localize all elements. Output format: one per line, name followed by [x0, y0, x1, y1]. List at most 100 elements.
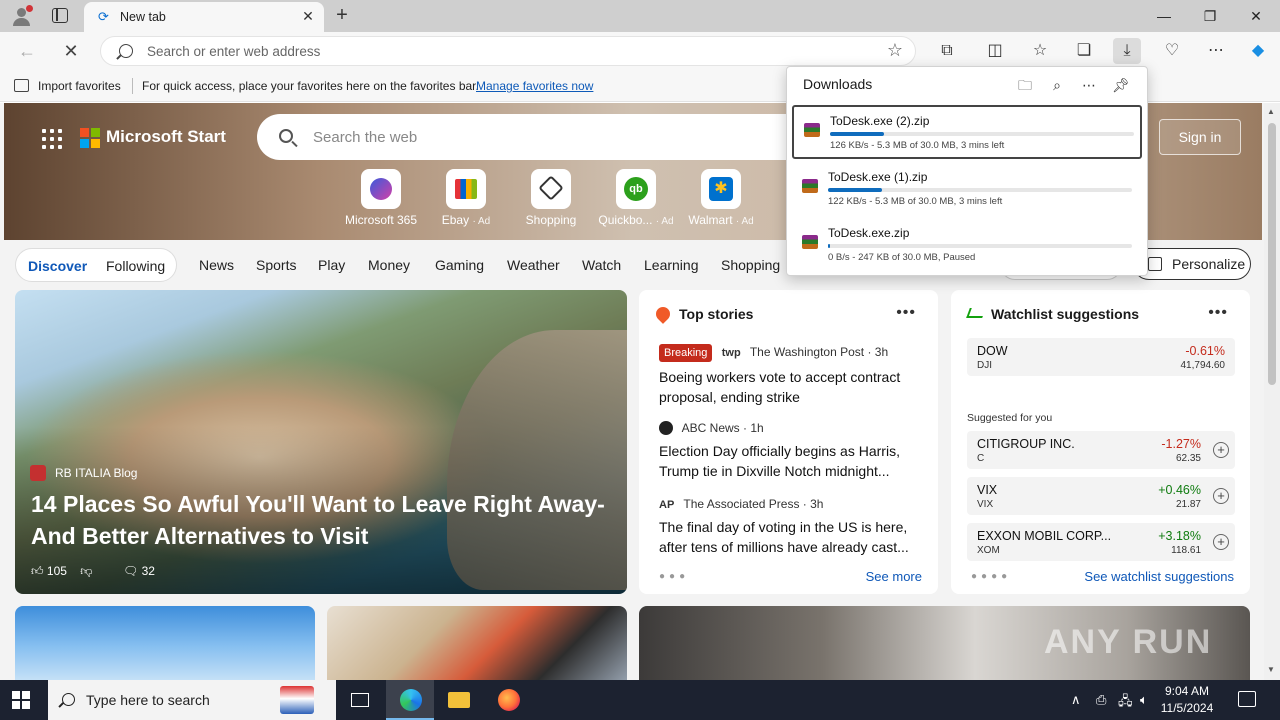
tab-new-tab[interactable]: ⟳ New tab ✕: [84, 2, 324, 32]
nav-gaming[interactable]: Gaming: [435, 257, 484, 273]
hero-article-card[interactable]: RB ITALIA Blog 14 Places So Awful You'll…: [15, 290, 627, 594]
usb-device-icon[interactable]: ⎙: [1096, 692, 1106, 708]
taskbar-search-input[interactable]: [86, 690, 286, 710]
story-item[interactable]: AP The Associated Press · 3h The final d…: [659, 495, 921, 557]
download-filename[interactable]: ToDesk.exe.zip: [828, 226, 909, 240]
story-title[interactable]: Election Day officially begins as Harris…: [659, 441, 921, 481]
close-tab-icon[interactable]: ✕: [300, 8, 316, 24]
nav-weather[interactable]: Weather: [507, 257, 560, 273]
nav-watch[interactable]: Watch: [582, 257, 621, 273]
address-bar[interactable]: ☆: [100, 36, 916, 66]
extensions-icon[interactable]: ⧉: [933, 38, 961, 64]
nav-sports[interactable]: Sports: [256, 257, 296, 273]
watchlist-row-citigroup[interactable]: CITIGROUP INC. C -1.27% 62.35 +: [967, 431, 1235, 469]
more-options-icon[interactable]: •••: [1208, 304, 1228, 322]
nav-news[interactable]: News: [199, 257, 234, 273]
split-screen-icon[interactable]: ◫: [981, 38, 1009, 64]
system-clock[interactable]: 9:04 AM 11/5/2024: [1150, 683, 1224, 717]
personalize-label: Personalize: [1172, 256, 1246, 272]
minimize-button[interactable]: —: [1141, 0, 1187, 32]
browser-essentials-icon[interactable]: ♡: [1158, 38, 1186, 64]
volume-icon[interactable]: 🔈︎: [1140, 692, 1148, 708]
download-filename[interactable]: ToDesk.exe (2).zip: [830, 114, 929, 128]
back-button[interactable]: ←: [14, 39, 40, 63]
add-to-watchlist-icon[interactable]: +: [1213, 534, 1229, 550]
scroll-thumb[interactable]: [1268, 123, 1276, 385]
see-watchlist-link[interactable]: See watchlist suggestions: [1084, 569, 1234, 584]
add-to-watchlist-icon[interactable]: +: [1213, 442, 1229, 458]
stop-loading-button[interactable]: ✕: [58, 39, 84, 63]
open-folder-icon[interactable]: 🗀︎: [1015, 75, 1035, 95]
loading-icon: ⟳: [98, 9, 109, 24]
watchlist-row-vix[interactable]: VIX VIX +0.46% 21.87 +: [967, 477, 1235, 515]
story-title[interactable]: The final day of voting in the US is her…: [659, 517, 921, 557]
story-item[interactable]: ABC News · 1h Election Day officially be…: [659, 419, 921, 481]
quick-link-shopping[interactable]: Shopping: [509, 169, 593, 233]
tab-discover[interactable]: Discover: [28, 258, 87, 274]
download-item[interactable]: ToDesk.exe (1).zip 122 KB/s - 5.3 MB of …: [792, 163, 1142, 217]
tab-following[interactable]: Following: [106, 258, 165, 274]
carousel-dots[interactable]: ●●●: [659, 571, 689, 582]
settings-more-icon[interactable]: ⋯: [1202, 38, 1230, 64]
web-search-input[interactable]: [313, 126, 793, 148]
firefox-icon[interactable]: [484, 680, 532, 720]
notification-center-icon[interactable]: [1238, 691, 1256, 707]
comments-button[interactable]: 🗨︎ 32: [123, 564, 155, 578]
nav-play[interactable]: Play: [318, 257, 345, 273]
watchlist-row-exxon[interactable]: EXXON MOBIL CORP... XOM +3.18% 118.61 +: [967, 523, 1235, 561]
nav-shopping[interactable]: Shopping: [721, 257, 780, 273]
windows-start-icon[interactable]: [12, 691, 30, 709]
quick-link-quickbooks[interactable]: qb Quickbo... · Ad: [594, 169, 678, 233]
more-options-icon[interactable]: ⋯: [1079, 75, 1099, 95]
quick-link-microsoft-365[interactable]: Microsoft 365: [339, 169, 423, 233]
sign-in-button[interactable]: Sign in: [1159, 119, 1241, 155]
more-options-icon[interactable]: •••: [896, 304, 916, 322]
quick-link-ebay[interactable]: Ebay · Ad: [424, 169, 508, 233]
download-item[interactable]: ToDesk.exe (2).zip 126 KB/s - 5.3 MB of …: [792, 105, 1142, 159]
stock-name: VIX: [977, 483, 998, 497]
import-favorites-button[interactable]: Import favorites: [38, 79, 121, 93]
file-explorer-icon[interactable]: [434, 680, 482, 720]
watchlist-row-dow[interactable]: DOW DJI -0.61% 41,794.60: [967, 338, 1235, 376]
download-item[interactable]: ToDesk.exe.zip 0 B/s - 247 KB of 30.0 MB…: [792, 219, 1142, 273]
network-icon[interactable]: 🖧︎: [1118, 692, 1133, 714]
search-downloads-icon[interactable]: ⌕: [1047, 75, 1067, 95]
close-window-button[interactable]: ✕: [1233, 0, 1279, 32]
download-filename[interactable]: ToDesk.exe (1).zip: [828, 170, 927, 184]
favorites-icon[interactable]: ☆: [1026, 38, 1054, 64]
collections-icon[interactable]: ❏: [1070, 38, 1098, 64]
tab-actions-icon[interactable]: [52, 8, 68, 23]
taskbar-search[interactable]: [48, 680, 336, 720]
copilot-icon[interactable]: ◆: [1244, 38, 1272, 64]
favorite-star-icon[interactable]: ☆: [887, 40, 903, 61]
restore-button[interactable]: ❐: [1187, 0, 1233, 32]
edge-taskbar-icon[interactable]: [386, 680, 434, 720]
task-view-icon[interactable]: [336, 680, 384, 720]
address-input[interactable]: [147, 38, 847, 64]
nav-learning[interactable]: Learning: [644, 257, 699, 273]
quick-link-walmart[interactable]: ✱ Walmart · Ad: [679, 169, 763, 233]
carousel-dots[interactable]: ●●●●: [971, 571, 1011, 582]
profile-icon[interactable]: [10, 5, 33, 27]
add-to-watchlist-icon[interactable]: +: [1213, 488, 1229, 504]
web-search-box[interactable]: [257, 114, 817, 160]
downloads-icon[interactable]: ⤓: [1113, 38, 1141, 64]
story-item[interactable]: Breaking twp The Washington Post · 3h Bo…: [659, 343, 921, 407]
article-card[interactable]: [15, 606, 315, 680]
thumbs-down-icon[interactable]: 👎︎: [80, 564, 92, 578]
scroll-up-icon[interactable]: ▲: [1267, 107, 1275, 116]
nav-money[interactable]: Money: [368, 257, 410, 273]
manage-favorites-link[interactable]: Manage favorites now: [476, 79, 593, 93]
app-launcher-icon[interactable]: [42, 129, 62, 149]
scrollbar[interactable]: ▲ ▼: [1264, 103, 1280, 680]
article-card[interactable]: [327, 606, 627, 680]
personalize-button[interactable]: Personalize: [1133, 248, 1251, 280]
show-hidden-icons-icon[interactable]: ∧: [1071, 692, 1081, 708]
new-tab-button[interactable]: +: [331, 5, 353, 27]
pin-icon[interactable]: 📌︎: [1111, 75, 1131, 95]
article-headline[interactable]: 14 Places So Awful You'll Want to Leave …: [31, 488, 621, 552]
story-title[interactable]: Boeing workers vote to accept contract p…: [659, 367, 921, 407]
see-more-link[interactable]: See more: [866, 569, 922, 584]
scroll-down-icon[interactable]: ▼: [1267, 665, 1275, 674]
like-button[interactable]: 👍︎ 105 👎︎: [31, 564, 92, 579]
